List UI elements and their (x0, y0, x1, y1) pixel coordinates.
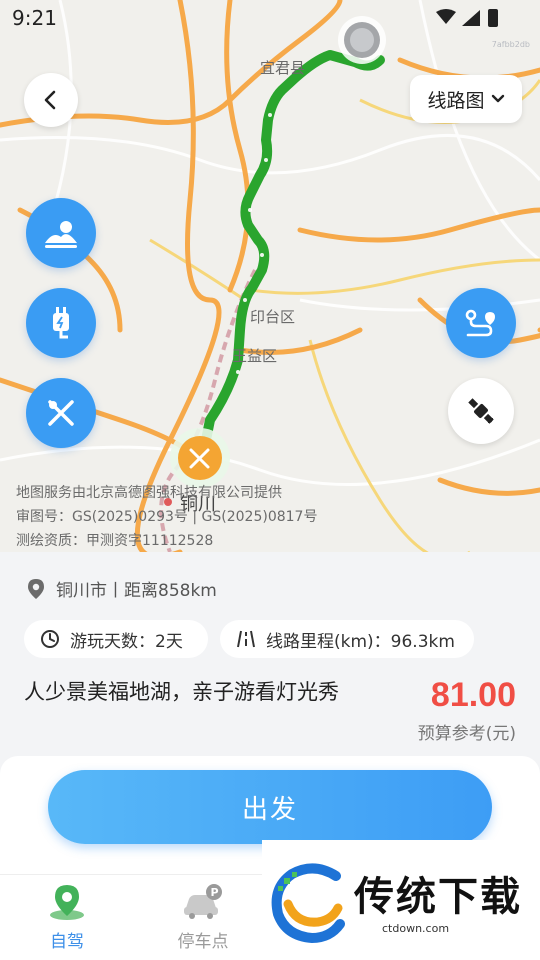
nav-label-parking: 停车点 (177, 932, 229, 952)
budget-note: 预算参考(元) (417, 724, 516, 744)
city-label-yintai: 印台区 (250, 308, 296, 326)
scenic-icon (45, 221, 77, 248)
start-navigation-button[interactable]: 出发 (48, 770, 492, 844)
map-credit-license: 测绘资质：甲测资字11112528 (16, 533, 214, 549)
city-label-wangyi: 王益区 (232, 347, 278, 365)
signal-icon (462, 10, 480, 26)
satellite-view-button[interactable] (448, 378, 514, 444)
status-time: 9:21 (12, 6, 57, 30)
budget-price: 81.00 (430, 676, 516, 714)
location-pin-icon (28, 578, 44, 599)
back-button[interactable] (24, 73, 78, 127)
parking-car-icon: P (184, 884, 222, 919)
status-bar: 9:21 7afbb2db (0, 0, 540, 49)
restaurant-icon (48, 400, 74, 426)
watermark-url: ctdown.com (382, 922, 450, 935)
location-row: 铜川市丨距离858km (26, 576, 217, 601)
device-watermark: 7afbb2db (491, 40, 530, 49)
watermark-logo-icon (271, 863, 345, 944)
city-label-yijun: 宜君县 (260, 59, 306, 77)
days-text: 游玩天数：2天 (70, 631, 183, 652)
route-plan-button[interactable] (446, 288, 516, 358)
location-text: 铜川市丨距离858km (56, 581, 217, 601)
scenic-spots-button[interactable] (26, 198, 96, 268)
watermark-brand: 传统下载 (354, 874, 522, 920)
satellite-icon (468, 398, 494, 424)
road-icon (237, 630, 255, 648)
map-credit-approval: 审图号：GS(2025)0293号 | GS(2025)0817号 (16, 509, 318, 525)
map-pin-icon (50, 885, 84, 920)
app-root: 9:21 7afbb2db 宜君县 印台区 王益区 铜川 线路图 地图服务由北京… (0, 0, 540, 960)
site-watermark: 传统下载 ctdown.com (262, 840, 540, 960)
route-info-panel: 铜川市丨距离858km 游玩天数：2天 线路里程(km)：96.3km 人少景美… (0, 552, 540, 762)
chevron-left-icon (44, 90, 56, 110)
nav-item-parking[interactable]: P 停车点 (158, 883, 248, 952)
nav-item-self-drive[interactable]: 自驾 (22, 883, 112, 952)
restaurant-button[interactable] (26, 378, 96, 448)
route-plan-icon (465, 309, 495, 337)
route-map[interactable]: 9:21 7afbb2db 宜君县 印台区 王益区 铜川 线路图 地图服务由北京… (0, 0, 540, 552)
mileage-text: 线路里程(km)：96.3km (266, 631, 455, 652)
route-map-dropdown[interactable]: 线路图 (410, 75, 522, 123)
route-description: 人少景美福地湖，亲子游看灯光秀 (24, 680, 339, 704)
mileage-chip: 线路里程(km)：96.3km (220, 620, 474, 658)
map-credit-provider: 地图服务由北京高德图强科技有限公司提供 (16, 485, 282, 501)
chevron-down-icon (491, 94, 504, 103)
route-map-label: 线路图 (427, 89, 485, 112)
charging-station-button[interactable] (26, 288, 96, 358)
nav-label-self-drive: 自驾 (50, 932, 84, 952)
days-chip: 游玩天数：2天 (24, 620, 208, 658)
svg-text:P: P (211, 886, 219, 899)
wifi-icon (436, 9, 456, 24)
charging-icon (53, 307, 69, 339)
status-icons (436, 8, 500, 32)
battery-icon (488, 9, 498, 27)
clock-icon (41, 630, 59, 648)
